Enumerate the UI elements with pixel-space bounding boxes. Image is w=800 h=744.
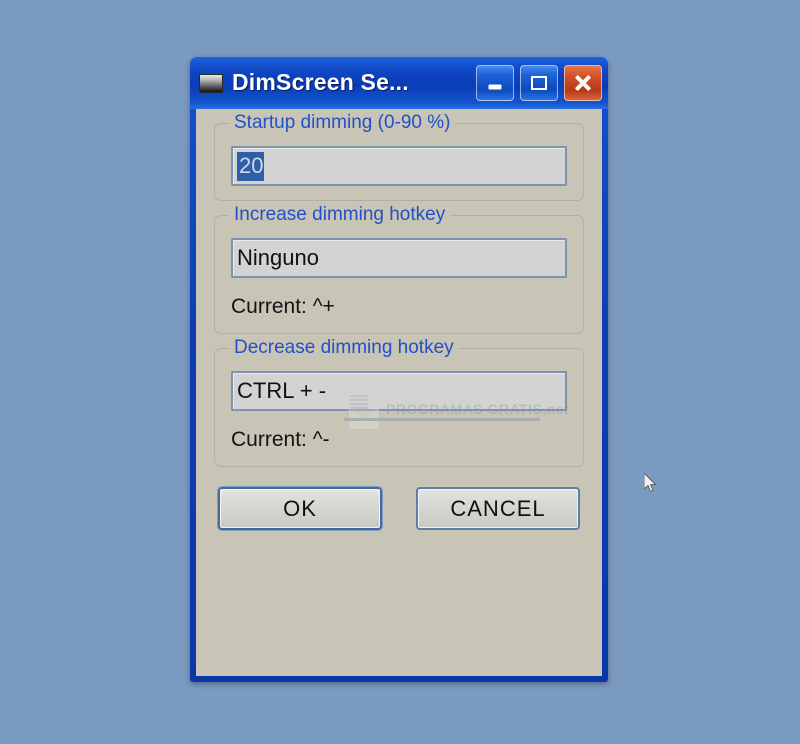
increase-hotkey-value: Ninguno [237,245,319,270]
minimize-icon [488,84,502,90]
group-decrease-hotkey: Decrease dimming hotkey CTRL + - Current… [214,336,584,467]
startup-dimming-value: 20 [237,151,265,181]
cancel-button[interactable]: CANCEL [416,487,580,530]
dimscreen-settings-window: DimScreen Se... Startup dimming (0-90 %)… [190,57,657,682]
increase-hotkey-input[interactable]: Ninguno [231,238,567,278]
group-startup-dimming: Startup dimming (0-90 %) 20 [214,111,584,201]
dialog-button-row: OK CANCEL [214,481,584,530]
increase-hotkey-current: Current: ^+ [231,295,335,318]
ok-button[interactable]: OK [218,487,382,530]
decrease-hotkey-value: CTRL + - [237,378,327,403]
mouse-cursor [644,473,657,493]
minimize-button[interactable] [476,65,514,101]
group-startup-dimming-title: Startup dimming (0-90 %) [229,111,456,135]
group-increase-hotkey-title: Increase dimming hotkey [229,203,451,227]
group-decrease-hotkey-title: Decrease dimming hotkey [229,336,459,360]
text-caret [265,155,267,177]
maximize-button[interactable] [520,65,558,101]
close-button[interactable] [564,65,602,101]
startup-dimming-input[interactable]: 20 [231,146,567,186]
dim-screen-icon [199,73,223,93]
decrease-hotkey-input[interactable]: CTRL + - [231,371,567,411]
window-titlebar[interactable]: DimScreen Se... [190,57,608,109]
decrease-hotkey-current: Current: ^- [231,428,330,451]
maximize-icon [531,76,547,90]
group-increase-hotkey: Increase dimming hotkey Ninguno Current:… [214,203,584,334]
window-title: DimScreen Se... [232,70,409,95]
dialog-client-area: Startup dimming (0-90 %) 20 Increase dim… [196,109,657,676]
